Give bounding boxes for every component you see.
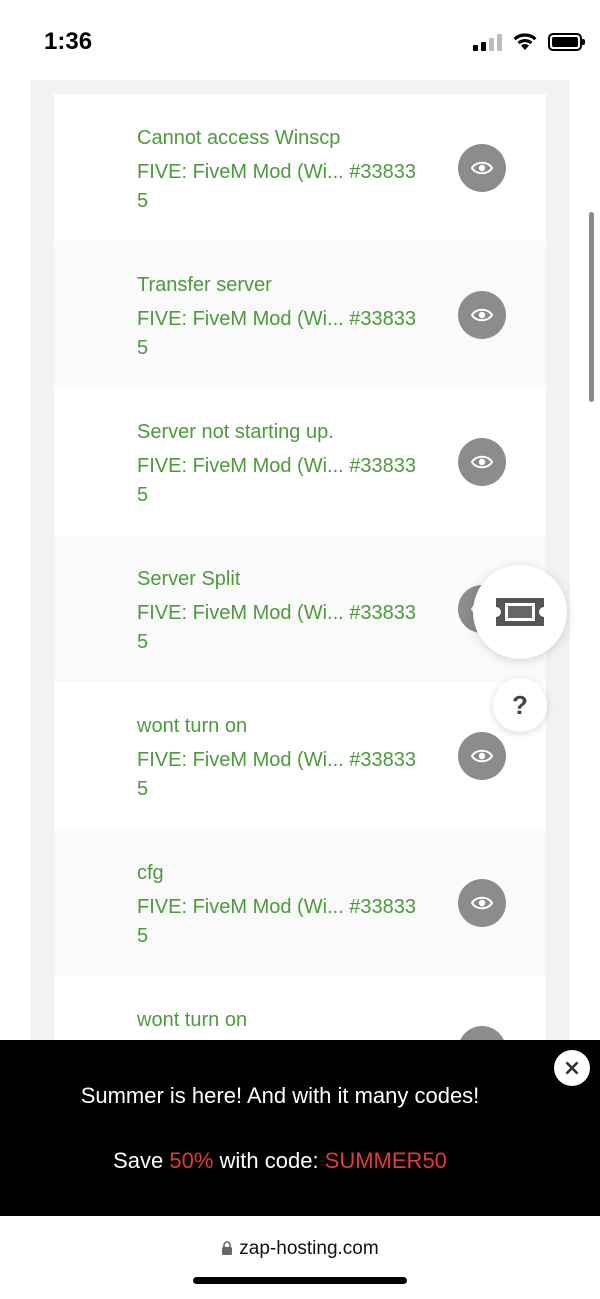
eye-icon [471,308,493,322]
view-ticket-button[interactable] [458,144,506,192]
ticket-icon [496,598,544,626]
battery-icon [548,32,585,51]
ticket-subtitle: FIVE: FiveM Mod (Wi... #338335 [137,161,416,212]
ticket-subtitle: FIVE: FiveM Mod (Wi... #338335 [137,896,416,947]
promo-with-code-text: with code: [213,1148,325,1173]
ticket-subtitle: FIVE: FiveM Mod (Wi... #338335 [137,749,416,800]
ticket-title[interactable]: wont turn on [137,1009,247,1032]
eye-icon [471,161,493,175]
eye-icon [471,896,493,910]
ticket-title[interactable]: Transfer server [137,274,272,297]
status-time: 1:36 [44,28,93,55]
view-ticket-button[interactable] [458,438,506,486]
wifi-icon [513,33,537,50]
ticket-title[interactable]: wont turn on [137,715,247,738]
ticket-row[interactable]: cfg FIVE: FiveM Mod (Wi... #338335 [54,829,546,976]
ticket-row[interactable]: Cannot access Winscp FIVE: FiveM Mod (Wi… [54,94,546,241]
ticket-title[interactable]: Cannot access Winscp [137,127,340,150]
promo-code-line: Save 50% with code: SUMMER50 [0,1148,560,1174]
system-icons [473,32,585,51]
view-ticket-button[interactable] [458,291,506,339]
eye-icon [471,749,493,763]
ticket-row[interactable]: Server not starting up. FIVE: FiveM Mod … [54,388,546,535]
view-ticket-button[interactable] [458,1026,506,1040]
help-button[interactable]: ? [493,678,547,732]
ticket-row[interactable]: wont turn on FIVE: FiveM Mod (Wi... #338… [54,682,546,829]
ticket-subtitle: FIVE: FiveM Mod (Wi... #338335 [137,455,416,506]
ticket-title[interactable]: Server Split [137,568,240,591]
view-ticket-button[interactable] [458,732,506,780]
ticket-title[interactable]: cfg [137,862,164,885]
scrollbar[interactable] [589,212,594,402]
url-text: zap-hosting.com [239,1238,379,1259]
promo-save-text: Save [113,1148,170,1173]
ticket-list: Cannot access Winscp FIVE: FiveM Mod (Wi… [54,94,546,1040]
promo-headline: Summer is here! And with it many codes! [80,1083,480,1108]
eye-icon [471,455,493,469]
close-icon: × [562,1055,582,1081]
home-indicator[interactable] [193,1277,407,1284]
support-ticket-button[interactable] [473,565,567,659]
ticket-subtitle: FIVE: FiveM Mod (Wi... #338335 [137,602,416,653]
ticket-title[interactable]: Server not starting up. [137,421,334,444]
browser-address-bar[interactable]: zap-hosting.com [0,1216,600,1299]
question-icon: ? [512,689,528,720]
promo-code: SUMMER50 [324,1148,447,1173]
cellular-signal-icon [473,33,502,51]
ticket-subtitle: FIVE: FiveM Mod (Wi... #338335 [137,308,416,359]
status-bar: 1:36 [0,0,600,80]
ticket-row[interactable]: wont turn on [54,976,546,1040]
ticket-row[interactable]: Transfer server FIVE: FiveM Mod (Wi... #… [54,241,546,388]
view-ticket-button[interactable] [458,879,506,927]
address-display[interactable]: zap-hosting.com [0,1238,600,1260]
promo-banner: Summer is here! And with it many codes! … [0,1040,600,1216]
close-promo-button[interactable]: × [554,1050,590,1086]
lock-icon [222,1241,233,1256]
promo-discount: 50% [169,1148,214,1173]
